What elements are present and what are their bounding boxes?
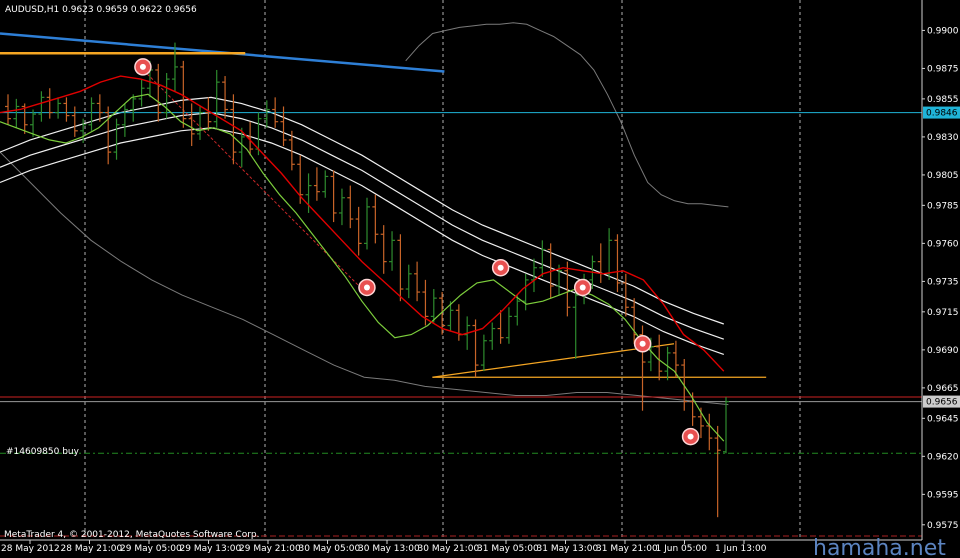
x-tick-5: 30 May 05:00 <box>299 544 361 554</box>
price-axis[interactable]: 0.9900 0.9875 0.9855 0.9830 0.9805 0.9785 0.97… <box>922 26 960 531</box>
y-tick-5: 0.9785 <box>927 201 959 211</box>
y-tick-6: 0.9760 <box>927 239 959 249</box>
y-tick-8: 0.9715 <box>927 308 959 318</box>
y-tick-0: 0.9900 <box>927 26 959 36</box>
y-tick-1: 0.9875 <box>927 64 959 74</box>
sell-marker-dot-4 <box>639 340 646 347</box>
x-tick-9: 31 May 13:00 <box>537 544 599 554</box>
price-tag-label-0: 0.9846 <box>926 109 958 119</box>
sell-marker-dot-2 <box>497 264 504 271</box>
price-tag-label-1: 0.9656 <box>926 398 958 408</box>
x-tick-7: 30 May 21:00 <box>418 544 480 554</box>
y-tick-7: 0.9735 <box>927 277 959 287</box>
y-tick-4: 0.9805 <box>927 171 959 181</box>
x-tick-3: 29 May 13:00 <box>180 544 242 554</box>
x-tick-8: 31 May 05:00 <box>477 544 539 554</box>
buy-marker-dot-1 <box>363 284 370 291</box>
y-tick-10: 0.9665 <box>927 384 959 394</box>
order-label: #14609850 buy <box>6 447 80 457</box>
y-tick-14: 0.9575 <box>927 521 959 531</box>
symbol-header: AUDUSD,H1 0.9623 0.9659 0.9622 0.9656 <box>5 5 197 15</box>
buy-marker-dot-5 <box>687 433 694 440</box>
x-tick-4: 29 May 21:00 <box>239 544 301 554</box>
x-tick-11: 1 Jun 05:00 <box>656 544 708 554</box>
x-tick-10: 31 May 21:00 <box>596 544 658 554</box>
price-chart[interactable]: 0.9900 0.9875 0.9855 0.9830 0.9805 0.9785 0.97… <box>0 0 960 558</box>
y-tick-11: 0.9645 <box>927 414 959 424</box>
watermark: hamaha.net <box>813 536 946 558</box>
x-tick-0: 28 May 2012 <box>1 544 60 554</box>
buy-marker-dot-3 <box>579 284 586 291</box>
y-tick-12: 0.9620 <box>927 452 959 462</box>
sell-marker-dot-0 <box>139 63 146 70</box>
y-tick-3: 0.9830 <box>927 133 959 143</box>
x-tick-2: 29 May 05:00 <box>120 544 182 554</box>
y-tick-9: 0.9690 <box>927 346 959 356</box>
copyright-text: MetaTrader 4, © 2001-2012, MetaQuotes So… <box>4 530 260 540</box>
x-tick-6: 30 May 13:00 <box>358 544 420 554</box>
chart-background <box>0 0 960 558</box>
y-tick-13: 0.9595 <box>927 490 959 500</box>
y-tick-2: 0.9855 <box>927 95 959 105</box>
x-tick-1: 28 May 21:00 <box>61 544 123 554</box>
x-tick-12: 1 Jun 13:00 <box>715 544 767 554</box>
